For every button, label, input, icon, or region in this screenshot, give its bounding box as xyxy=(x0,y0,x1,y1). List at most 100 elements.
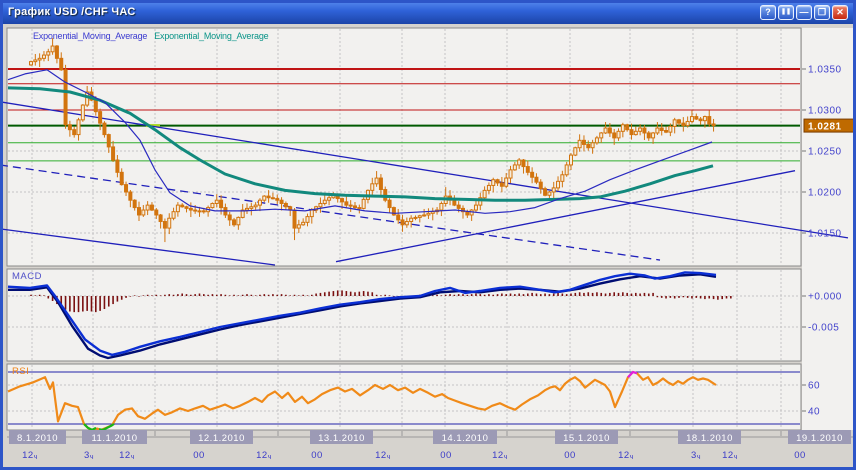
candle-body xyxy=(245,207,249,211)
chart-canvas[interactable]: 1.0350 1.0300 1.0250 1.0200 1.0150 +0.000 -0.0… xyxy=(0,0,856,470)
help-button[interactable]: ? xyxy=(760,4,776,20)
main-chart-panel[interactable] xyxy=(6,27,802,267)
candle-body xyxy=(167,217,172,229)
candle-body xyxy=(93,99,98,113)
minimize-button[interactable]: — xyxy=(796,4,812,20)
candle-body xyxy=(491,179,496,186)
date-label: 8.1.2010 xyxy=(17,433,58,444)
candle-body xyxy=(309,209,314,218)
candle-body xyxy=(137,207,141,216)
indicator-legend: Exponential_Moving_Average Exponential_Mo… xyxy=(33,31,269,41)
time-label: 3ч xyxy=(84,450,94,461)
candle-body xyxy=(422,214,427,217)
candle-body xyxy=(594,137,599,144)
candle-body xyxy=(551,187,556,193)
date-label: 14.1.2010 xyxy=(442,433,489,444)
candle-body xyxy=(534,176,539,183)
candle-body xyxy=(378,177,383,191)
candle-body xyxy=(409,217,414,223)
candle-body xyxy=(625,124,630,131)
window-title: График USD /CHF ЧАС xyxy=(8,6,136,18)
candle-body xyxy=(590,142,595,149)
time-label: 00 xyxy=(794,450,806,461)
candle-body xyxy=(387,199,392,209)
time-label: 12ч xyxy=(22,450,38,461)
price-tick-label: 1.0350 xyxy=(808,65,842,76)
time-label: 3ч xyxy=(691,450,701,461)
candle-body xyxy=(249,206,254,209)
candle-body xyxy=(37,57,42,61)
date-label: 15.1.2010 xyxy=(563,433,610,444)
title-bar[interactable]: График USD /CHF ЧАС ? ❚❚ — ❐ ✕ xyxy=(0,0,856,24)
rsi-chart-panel[interactable] xyxy=(6,363,802,431)
candle-body xyxy=(197,210,202,213)
candle-body xyxy=(41,54,46,59)
date-label: 18.1.2010 xyxy=(686,433,733,444)
candle-body xyxy=(452,199,457,206)
candle-body xyxy=(556,180,561,189)
candle-body xyxy=(59,57,64,71)
candle-body xyxy=(158,214,163,223)
date-label-box: 13.1.2010 xyxy=(310,430,373,444)
candle-body xyxy=(227,214,232,221)
candle-body xyxy=(413,216,418,219)
candle-body xyxy=(633,130,638,136)
candle-body xyxy=(659,127,664,131)
time-label: 12ч xyxy=(492,450,508,461)
candle-body xyxy=(707,116,712,125)
close-button[interactable]: ✕ xyxy=(832,4,848,20)
candle-body xyxy=(201,210,206,213)
candle-body xyxy=(512,164,517,171)
candle-body xyxy=(149,204,154,211)
candle-body xyxy=(171,211,176,219)
candle-body xyxy=(698,118,703,122)
candle-body xyxy=(253,204,258,208)
candle-body xyxy=(340,198,345,203)
candle-body xyxy=(98,111,103,124)
candle-body xyxy=(322,199,327,204)
candle-body xyxy=(262,195,267,201)
candle-body xyxy=(283,202,288,208)
macd-chart-panel[interactable] xyxy=(6,268,802,362)
candle-body xyxy=(145,204,150,211)
ema-fast-legend-label: Exponential_Moving_Average xyxy=(33,31,148,41)
candle-body xyxy=(270,197,275,200)
candle-body xyxy=(543,188,548,196)
candle-body xyxy=(655,127,660,134)
date-label-box: 15.1.2010 xyxy=(555,430,618,444)
candle-body xyxy=(115,159,120,173)
candle-body xyxy=(357,207,362,210)
candle-body xyxy=(577,139,582,149)
candle-body xyxy=(517,159,522,166)
candle-body xyxy=(530,171,535,178)
candle-body xyxy=(439,202,444,211)
candle-body xyxy=(430,211,435,214)
chart-window: График USD /CHF ЧАС ? ❚❚ — ❐ ✕ Exponential_M… xyxy=(0,0,856,470)
candle-body xyxy=(629,129,634,136)
candle-body xyxy=(473,204,478,211)
candle-body xyxy=(569,154,573,166)
pause-button[interactable]: ❚❚ xyxy=(778,4,794,20)
candle-body xyxy=(694,116,699,120)
candle-body xyxy=(564,164,569,176)
candle-body xyxy=(426,212,431,216)
date-label: 12.1.2010 xyxy=(198,433,245,444)
candle-body xyxy=(80,104,85,121)
current-price-tag: 1.0281 xyxy=(803,118,855,133)
candle-body xyxy=(214,199,219,204)
candle-body xyxy=(154,209,159,216)
macd-tick-label: -0.005 xyxy=(808,323,839,334)
candle-body xyxy=(508,169,513,179)
candle-body xyxy=(327,197,332,201)
price-tick-label: 1.0150 xyxy=(808,229,842,240)
date-label: 19.1.2010 xyxy=(796,433,843,444)
restore-button[interactable]: ❐ xyxy=(814,4,830,20)
candle-body xyxy=(417,215,422,218)
candle-body xyxy=(318,202,323,208)
candle-body xyxy=(482,189,487,199)
candle-body xyxy=(266,195,271,199)
candle-body xyxy=(370,183,375,191)
time-label: 12ч xyxy=(256,450,272,461)
candle-body xyxy=(128,191,133,201)
candle-body xyxy=(72,129,77,136)
